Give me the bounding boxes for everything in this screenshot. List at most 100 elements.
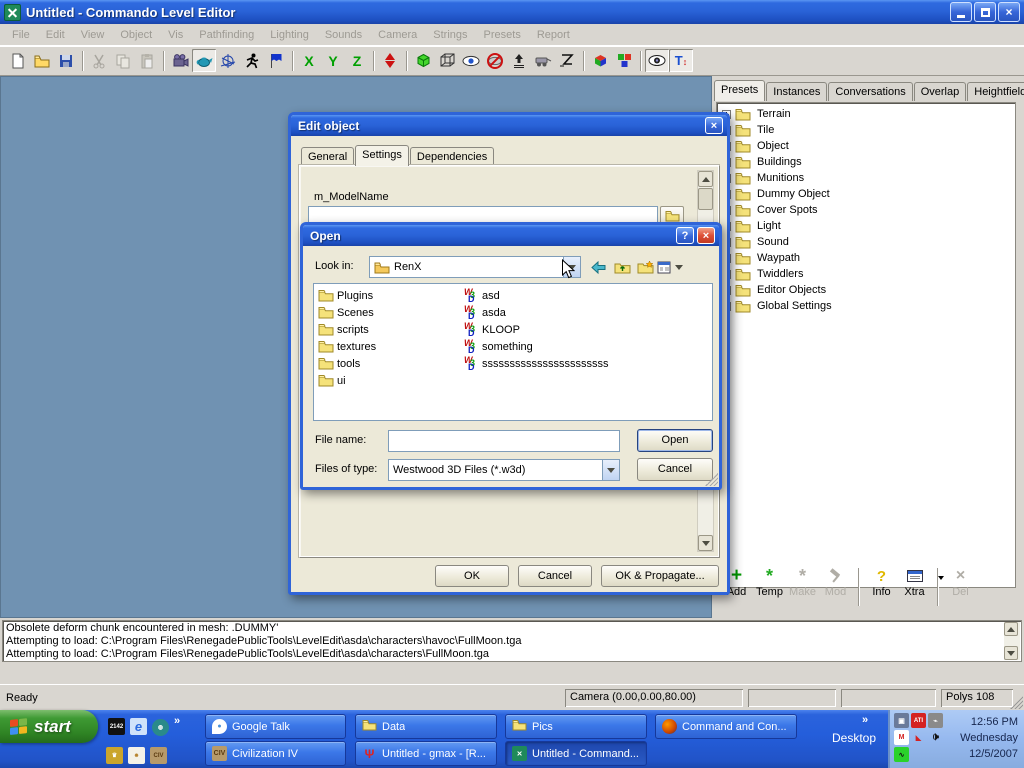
- quicklaunch-globe-icon[interactable]: ◍: [152, 719, 169, 736]
- maximize-button[interactable]: [974, 2, 996, 22]
- menu-item[interactable]: Pathfinding: [191, 26, 262, 44]
- resize-grip-icon[interactable]: [705, 473, 718, 486]
- cancel-button[interactable]: Cancel: [518, 565, 592, 587]
- wireframe-view-button[interactable]: [435, 49, 459, 72]
- camera-mode-button[interactable]: [168, 49, 192, 72]
- ok-propagate-button[interactable]: OK & Propagate...: [601, 565, 719, 587]
- walkthrough-button[interactable]: [240, 49, 264, 72]
- tree-item[interactable]: Global Settings: [720, 298, 1015, 314]
- folder-item[interactable]: tools: [318, 355, 376, 372]
- scroll-up-icon[interactable]: [1004, 622, 1018, 636]
- device-icon[interactable]: ⌁: [928, 713, 943, 728]
- menu-item[interactable]: Vis: [160, 26, 191, 44]
- view-menu-button[interactable]: [656, 256, 684, 278]
- taskbar-button-command-and-conquer[interactable]: Command and Con...: [655, 714, 797, 739]
- xtra-button[interactable]: Xtra: [898, 566, 931, 598]
- menu-item[interactable]: Lighting: [262, 26, 317, 44]
- up-folder-button[interactable]: [611, 256, 633, 278]
- scroll-down-icon[interactable]: [1004, 646, 1018, 660]
- file-item[interactable]: W3D KLOOP: [464, 321, 609, 338]
- tab-conversations[interactable]: Conversations: [828, 82, 912, 101]
- file-name-input[interactable]: [388, 430, 620, 452]
- scroll-down-icon[interactable]: [698, 535, 713, 551]
- scroll-thumb[interactable]: [698, 188, 713, 210]
- tree-item[interactable]: Buildings: [720, 154, 1015, 170]
- menu-item[interactable]: Camera: [370, 26, 425, 44]
- edit-dialog-close-button[interactable]: ×: [705, 117, 723, 134]
- xtra-dropdown-icon[interactable]: [938, 576, 944, 580]
- taskbar-button-data[interactable]: Data: [355, 714, 497, 739]
- axis-x-button[interactable]: X: [297, 49, 321, 72]
- menu-item[interactable]: Sounds: [317, 26, 370, 44]
- scroll-up-icon[interactable]: [698, 171, 713, 187]
- folder-item[interactable]: textures: [318, 338, 376, 355]
- tab-presets[interactable]: Presets: [714, 80, 765, 101]
- quicklaunch-game-icon[interactable]: ♛: [106, 747, 123, 764]
- tree-item[interactable]: Terrain: [720, 106, 1015, 122]
- tree-item[interactable]: Twiddlers: [720, 266, 1015, 282]
- open-dialog-close-button[interactable]: ×: [697, 227, 715, 244]
- tree-item[interactable]: Sound: [720, 234, 1015, 250]
- files-of-type-dropdown-icon[interactable]: [602, 460, 619, 480]
- tree-item[interactable]: Dummy Object: [720, 186, 1015, 202]
- minimize-button[interactable]: [950, 2, 972, 22]
- tree-item[interactable]: Editor Objects: [720, 282, 1015, 298]
- mail-notifier-icon[interactable]: M: [894, 730, 909, 745]
- files-of-type-combobox[interactable]: Westwood 3D Files (*.w3d): [388, 459, 620, 481]
- network-monitor-icon[interactable]: ▣: [894, 713, 909, 728]
- axis-y-button[interactable]: Y: [321, 49, 345, 72]
- tray-clock[interactable]: 12:56 PM Wednesday 12/5/2007: [946, 710, 1024, 768]
- help-button[interactable]: ?: [676, 227, 694, 244]
- taskbar-button-civilization[interactable]: CIV Civilization IV: [205, 741, 346, 766]
- rgb-palette-button[interactable]: [612, 49, 636, 72]
- volume-icon[interactable]: 🕩: [928, 730, 943, 745]
- info-button[interactable]: ?Info: [865, 566, 898, 598]
- pointer-utility-icon[interactable]: ◣: [911, 730, 926, 745]
- quicklaunch-doc-icon[interactable]: ☻: [128, 747, 145, 764]
- menu-item[interactable]: View: [73, 26, 113, 44]
- text-labels-toggle-button[interactable]: T↕: [669, 49, 693, 72]
- save-button[interactable]: [54, 49, 78, 72]
- file-item[interactable]: W3D sssssssssssssssssssssss: [464, 355, 609, 372]
- dialog-cancel-button[interactable]: Cancel: [637, 458, 713, 481]
- colored-cube-button[interactable]: [588, 49, 612, 72]
- log-scrollbar[interactable]: [1004, 622, 1020, 660]
- tree-item[interactable]: Cover Spots: [720, 202, 1015, 218]
- menu-item[interactable]: Object: [112, 26, 160, 44]
- desktop-label[interactable]: Desktop: [832, 731, 876, 745]
- axis-z-button[interactable]: Z: [345, 49, 369, 72]
- tab-heightfield[interactable]: Heightfield: [967, 82, 1024, 101]
- quicklaunch-2142-icon[interactable]: 2142: [108, 718, 125, 735]
- hide-selected-button[interactable]: [483, 49, 507, 72]
- open-button[interactable]: Open: [637, 429, 713, 452]
- new-folder-button[interactable]: [634, 256, 656, 278]
- drop-to-ground-button[interactable]: [507, 49, 531, 72]
- gizmo-mode-button[interactable]: [216, 49, 240, 72]
- ok-button[interactable]: OK: [435, 565, 509, 587]
- vehicle-tool-button[interactable]: [531, 49, 555, 72]
- quicklaunch-ie-icon[interactable]: e: [130, 718, 147, 735]
- tab-dependencies[interactable]: Dependencies: [410, 147, 494, 166]
- quicklaunch-overflow-icon[interactable]: »: [174, 715, 180, 727]
- folder-item[interactable]: Scenes: [318, 304, 376, 321]
- file-item[interactable]: W3D asd: [464, 287, 609, 304]
- solid-view-button[interactable]: [411, 49, 435, 72]
- wave-monitor-icon[interactable]: ∿: [894, 747, 909, 762]
- tab-settings[interactable]: Settings: [355, 145, 409, 166]
- taskbar-button-google-talk[interactable]: ● Google Talk: [205, 714, 346, 739]
- taskbar-button-pics[interactable]: Pics: [505, 714, 647, 739]
- tree-item[interactable]: Object: [720, 138, 1015, 154]
- visibility-toggle-button[interactable]: [645, 49, 669, 72]
- menu-item[interactable]: File: [4, 26, 38, 44]
- close-button[interactable]: ×: [998, 2, 1020, 22]
- tree-item[interactable]: Tile: [720, 122, 1015, 138]
- tree-item[interactable]: Light: [720, 218, 1015, 234]
- tab-instances[interactable]: Instances: [766, 82, 827, 101]
- open-file-button[interactable]: [30, 49, 54, 72]
- taskbar-button-gmax[interactable]: Ψ Untitled - gmax - [R...: [355, 741, 497, 766]
- back-button[interactable]: [587, 256, 609, 278]
- folder-item[interactable]: ui: [318, 372, 376, 389]
- start-button[interactable]: start: [0, 710, 98, 743]
- tab-overlap[interactable]: Overlap: [914, 82, 967, 101]
- look-in-combobox[interactable]: RenX: [369, 256, 581, 278]
